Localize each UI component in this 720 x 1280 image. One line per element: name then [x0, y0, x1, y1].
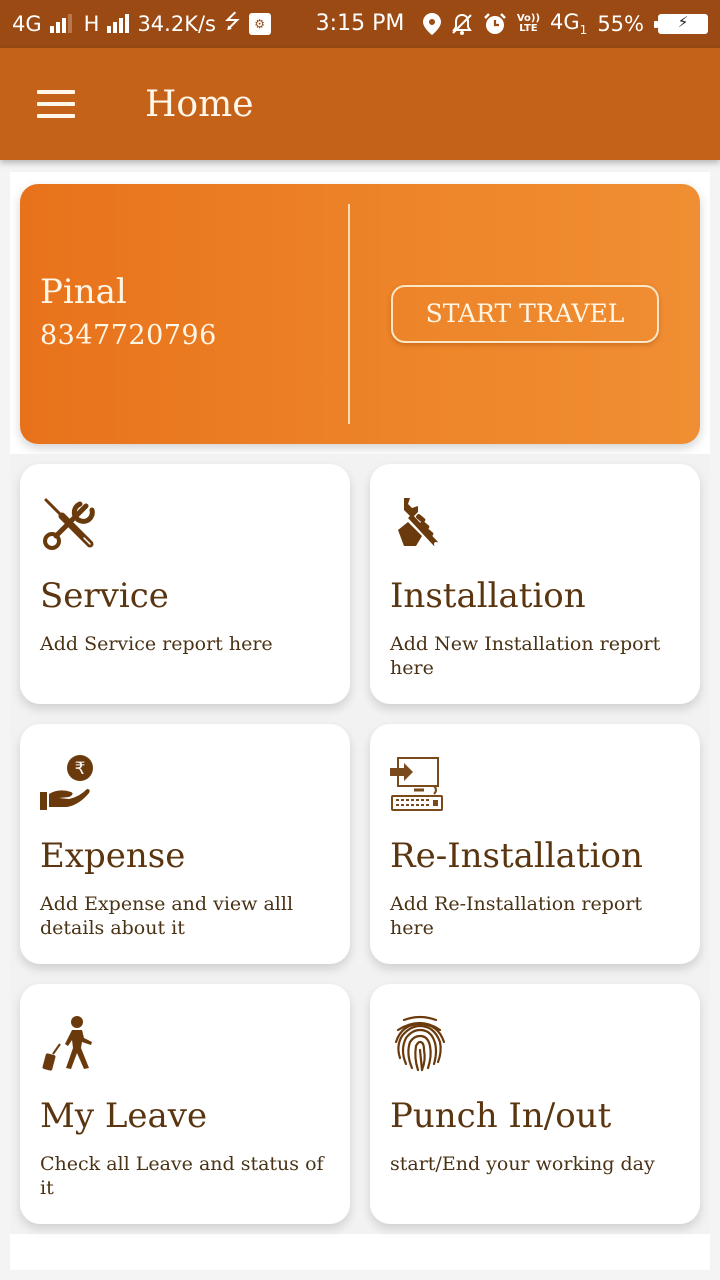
- usb-icon: ⭍: [223, 9, 241, 33]
- tile-installation[interactable]: Installation Add New Installation report…: [370, 464, 700, 704]
- wrench-hand-icon: [398, 498, 438, 546]
- network-type-3-label: 4G: [550, 10, 580, 35]
- volte-bottom: LTE: [519, 23, 538, 34]
- hamburger-menu-icon[interactable]: [37, 90, 75, 118]
- tile-expense[interactable]: ₹ Expense Add Expense and view alll deta…: [20, 724, 350, 964]
- profile-card: Pinal 8347720796 START TRAVEL: [20, 184, 700, 444]
- rupee-hand-icon: ₹: [40, 755, 93, 810]
- tile-title: Service: [40, 576, 169, 616]
- tile-description: Check all Leave and status of it: [40, 1153, 324, 1199]
- signal-icon: [107, 14, 130, 33]
- battery-charging-icon: ⚡: [654, 13, 708, 34]
- network-type-1: 4G: [12, 12, 42, 36]
- tile-re-installation[interactable]: Re-Installation Add Re-Installation repo…: [370, 724, 700, 964]
- tools-icon: [43, 498, 95, 550]
- location-icon: [422, 13, 441, 35]
- tile-description: start/End your working day: [390, 1153, 655, 1175]
- tile-service[interactable]: Service Add Service report here: [20, 464, 350, 704]
- app-bar: Home: [0, 48, 720, 160]
- tile-title: Punch In/out: [390, 1096, 612, 1136]
- status-bar: 4G H 34.2K/s ⭍ ⚙ 3:15 PM Vo)) LTE 4G1 55%…: [0, 0, 720, 48]
- signal-icon: [49, 14, 72, 33]
- tile-title: Expense: [40, 836, 186, 876]
- page-title: Home: [145, 83, 254, 125]
- tile-description: Add New Installation report here: [390, 633, 661, 679]
- start-travel-button[interactable]: START TRAVEL: [391, 285, 659, 343]
- user-name: Pinal: [40, 272, 127, 312]
- tile-description: Add Service report here: [40, 633, 273, 655]
- fingerprint-icon: [394, 1015, 446, 1072]
- tile-my-leave[interactable]: My Leave Check all Leave and status of i…: [20, 984, 350, 1224]
- alarm-icon: [483, 13, 506, 34]
- divider: [348, 204, 350, 424]
- tile-description: Add Expense and view alll details about …: [40, 893, 294, 939]
- tile-punch-in-out[interactable]: Punch In/out start/End your working day: [370, 984, 700, 1224]
- battery-percent: 55%: [597, 12, 644, 36]
- network-sim-index: 1: [579, 23, 588, 38]
- usb-debug-icon: ⚙: [248, 13, 271, 35]
- volte-icon: Vo)) LTE: [517, 14, 540, 34]
- walking-luggage-icon: [42, 1016, 92, 1071]
- network-type-3: 4G1: [550, 10, 587, 37]
- tile-description: Add Re-Installation report here: [390, 893, 643, 939]
- tile-title: Re-Installation: [390, 836, 643, 876]
- notifications-off-icon: [451, 13, 472, 35]
- tile-title: Installation: [390, 576, 586, 616]
- tile-title: My Leave: [40, 1096, 208, 1136]
- computer-login-icon: [390, 757, 443, 811]
- network-type-2: H: [83, 12, 100, 36]
- network-speed: 34.2K/s: [137, 12, 216, 36]
- user-phone: 8347720796: [40, 320, 217, 351]
- svg-text:₹: ₹: [75, 759, 86, 779]
